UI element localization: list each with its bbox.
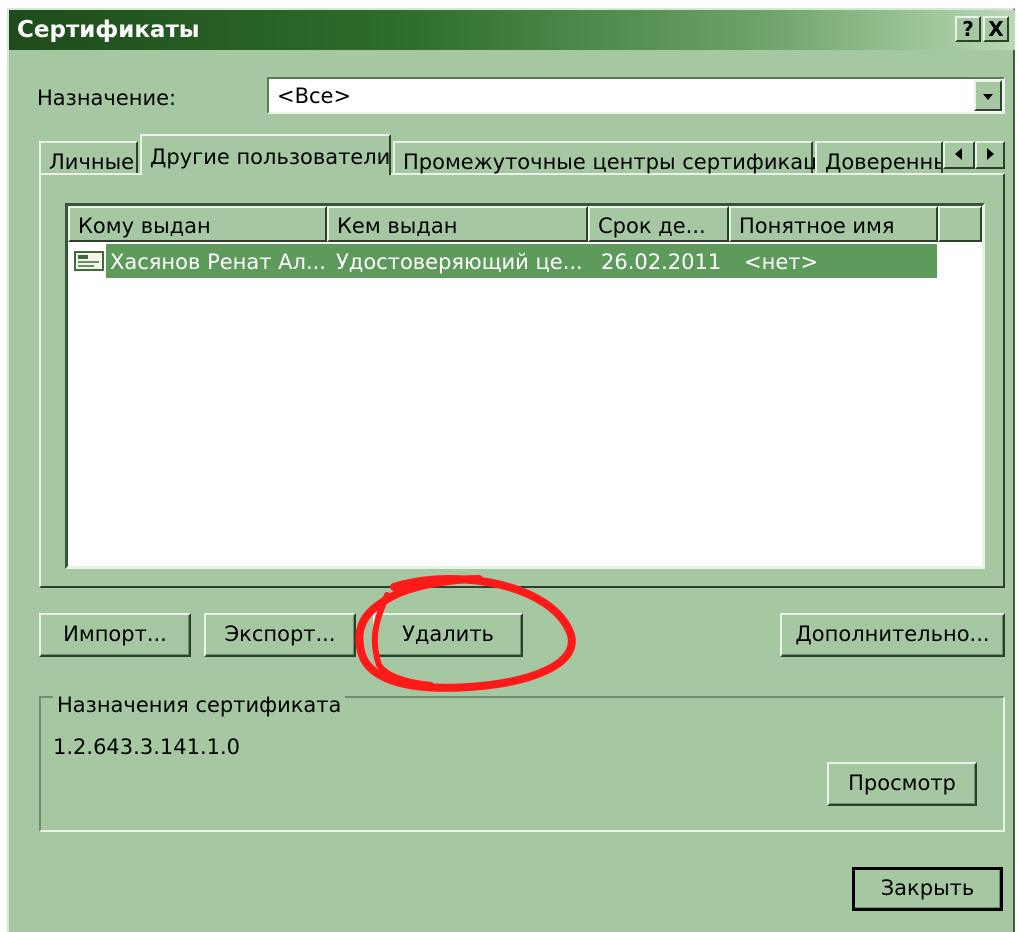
tab-intermediate-ca[interactable]: Промежуточные центры сертификации (393, 141, 845, 174)
certificates-dialog: Сертификаты ? X Назначение: <Все> Личные… (7, 8, 1015, 932)
advanced-button[interactable]: Дополнительно... (780, 613, 1005, 657)
close-window-button[interactable]: X (983, 16, 1009, 42)
close-button[interactable]: Закрыть (852, 867, 1003, 911)
combo-dropdown-button[interactable] (974, 80, 1002, 111)
column-filler (938, 206, 982, 242)
certificate-purposes-legend: Назначения сертификата (53, 693, 346, 717)
cell-issued-to: Хасянов Ренат Ал... (110, 250, 326, 274)
arrow-left-icon (955, 148, 962, 160)
certificate-list[interactable]: Кому выдан Кем выдан Срок де... Понятное… (65, 203, 985, 569)
column-expiration[interactable]: Срок де... (588, 206, 729, 242)
help-button[interactable]: ? (955, 16, 981, 42)
purpose-combobox[interactable]: <Все> (267, 77, 1005, 114)
export-button[interactable]: Экспорт... (204, 613, 356, 657)
tab-trusted-root[interactable]: Доверенны (815, 141, 943, 173)
certificate-icon (74, 251, 104, 271)
title-bar[interactable]: Сертификаты ? X (9, 10, 1015, 50)
cell-expiration: 26.02.2011 (601, 250, 722, 274)
column-issued-to[interactable]: Кому выдан (68, 206, 327, 242)
tab-scroll-left-button[interactable] (943, 141, 975, 169)
tab-personal[interactable]: Личные (39, 141, 138, 174)
chevron-down-icon (983, 94, 993, 100)
certificate-purposes-value: 1.2.643.3.141.1.0 (53, 735, 241, 759)
table-row[interactable]: Хасянов Ренат Ал... Удостоверяющий це...… (68, 244, 938, 278)
view-button[interactable]: Просмотр (827, 762, 977, 806)
arrow-right-icon (987, 148, 994, 160)
delete-button[interactable]: Удалить (373, 613, 523, 657)
window-title: Сертификаты (17, 17, 200, 43)
column-friendly-name[interactable]: Понятное имя (729, 206, 938, 242)
column-issued-by[interactable]: Кем выдан (327, 206, 588, 242)
tab-other-people[interactable]: Другие пользователи (140, 134, 391, 175)
cell-issued-by: Удостоверяющий це... (336, 250, 583, 274)
purpose-label: Назначение: (37, 86, 177, 110)
cell-friendly-name: <нет> (744, 250, 819, 274)
purpose-value: <Все> (277, 84, 352, 108)
import-button[interactable]: Импорт... (39, 613, 191, 657)
tab-scroll-right-button[interactable] (975, 141, 1005, 169)
